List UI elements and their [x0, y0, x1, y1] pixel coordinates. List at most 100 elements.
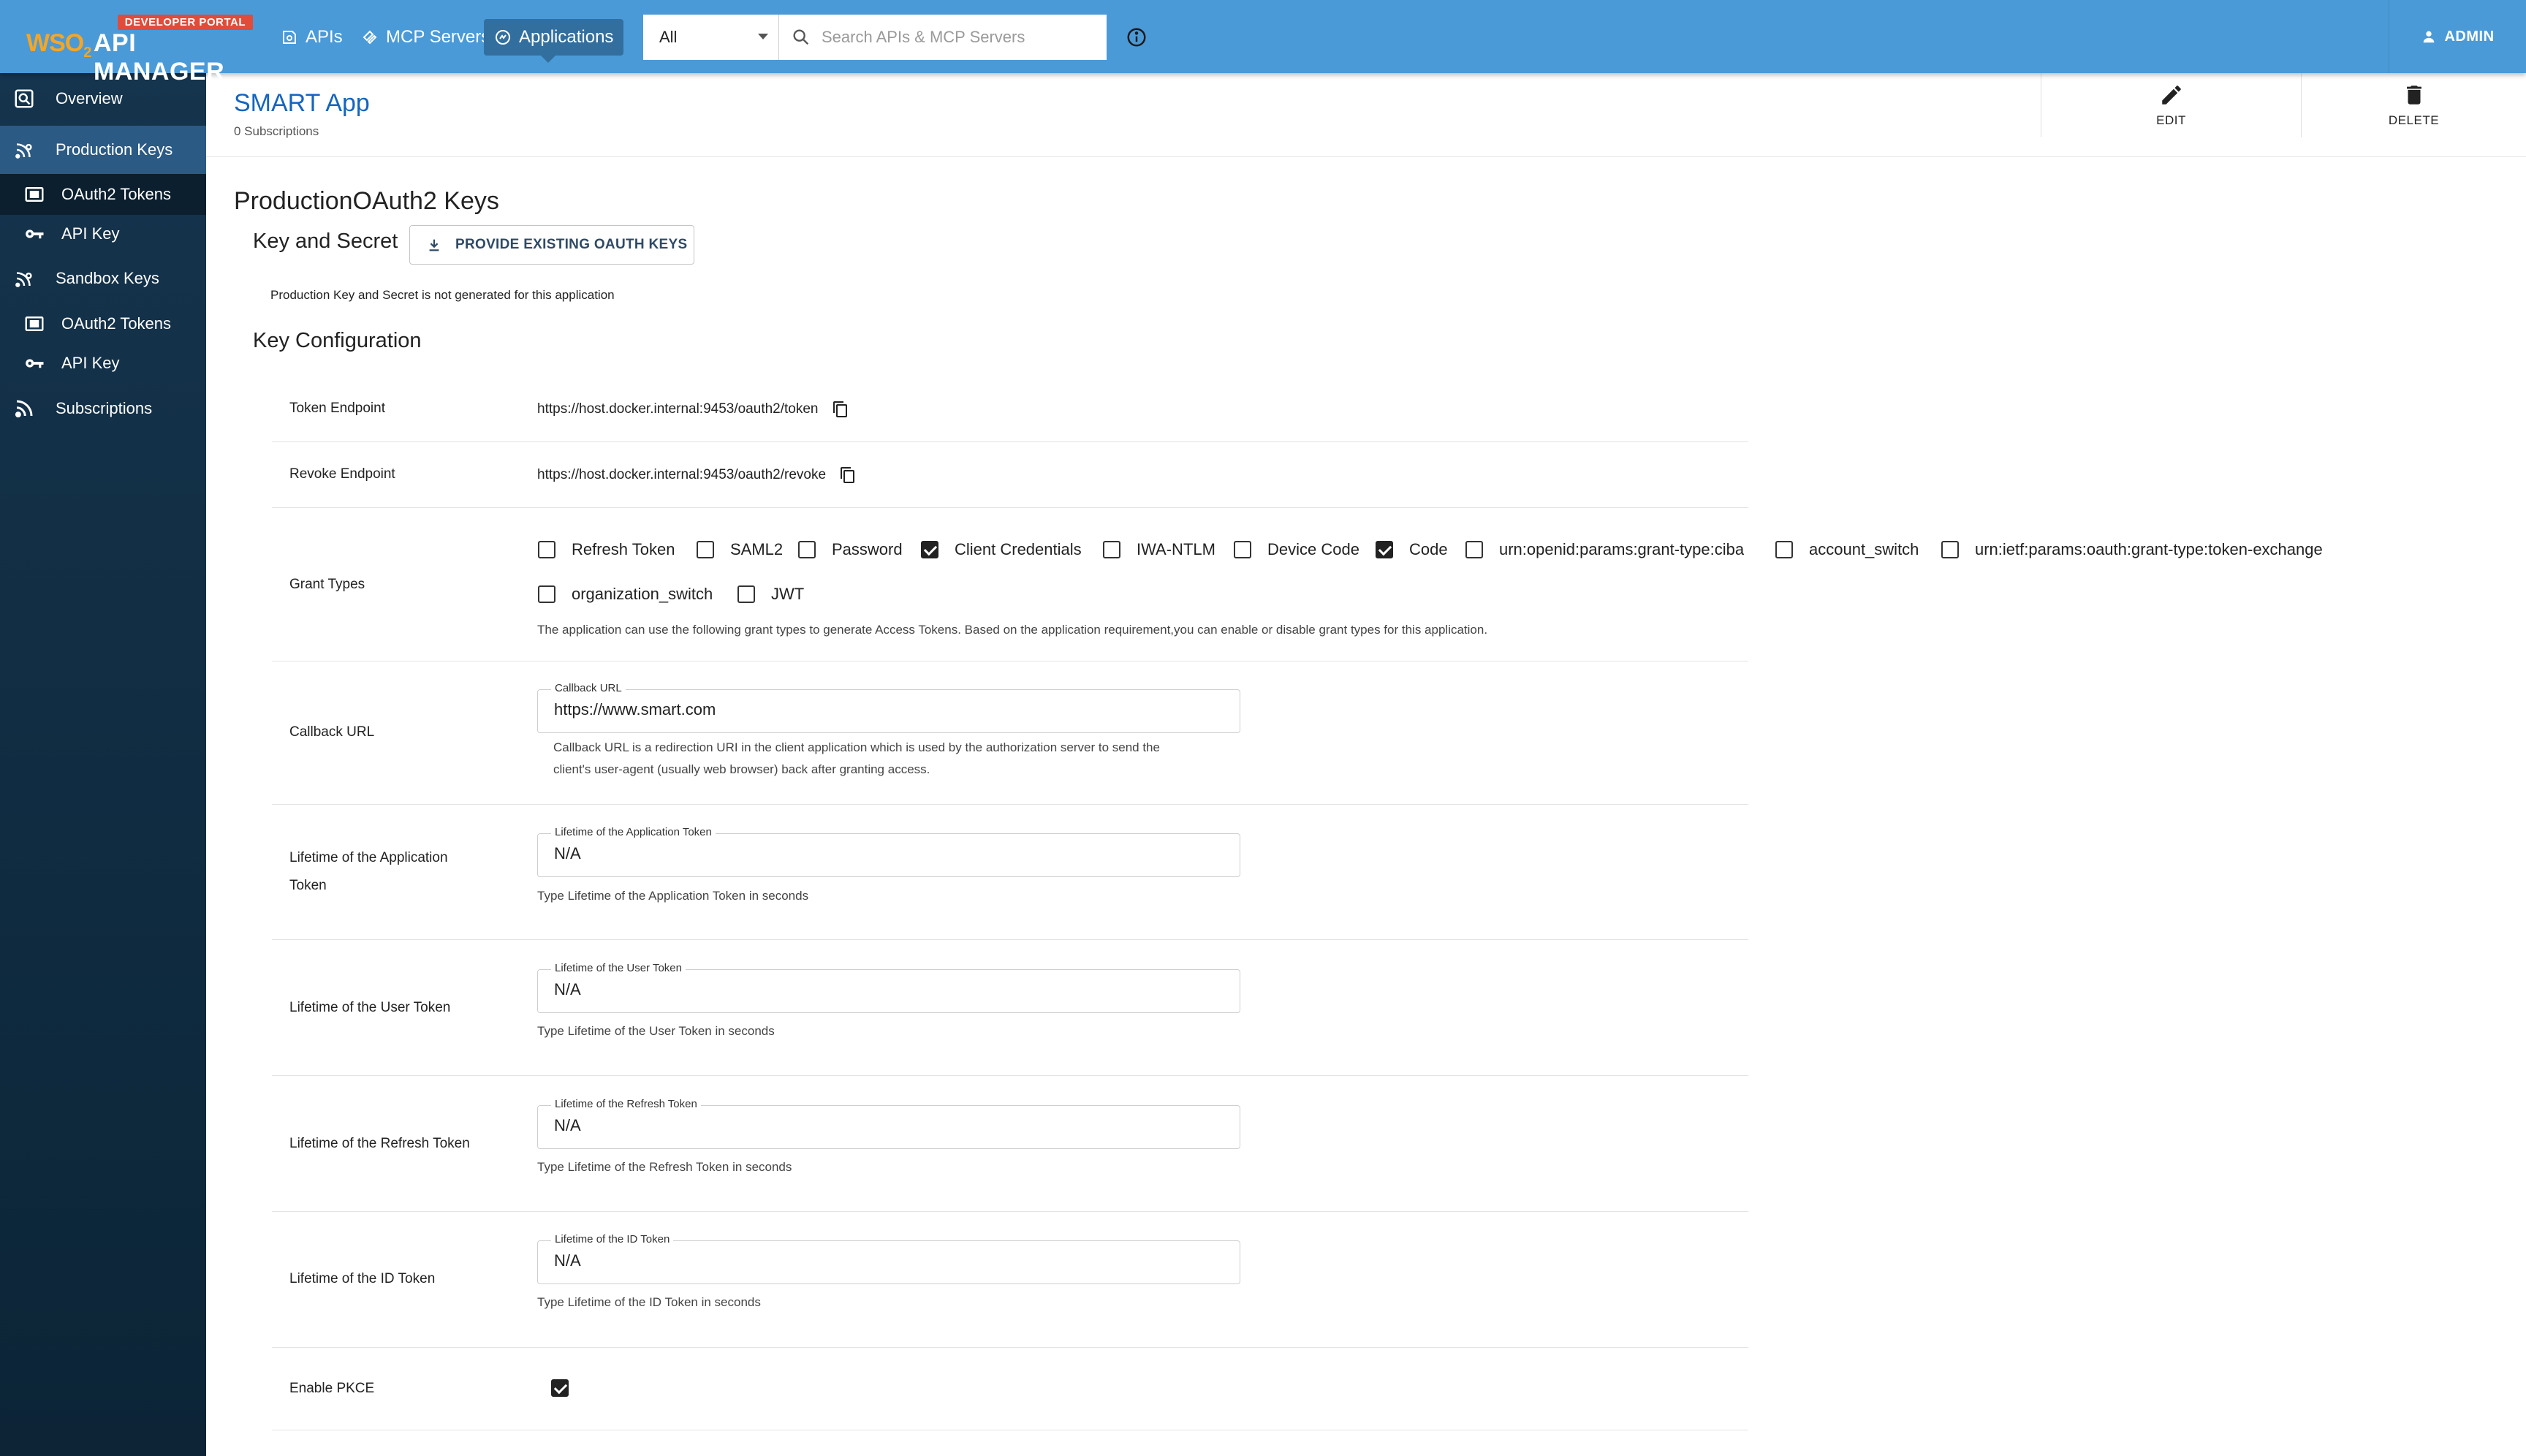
logo-brand: WSO2 — [26, 29, 91, 61]
search-input[interactable] — [822, 28, 1099, 47]
grant-label: Refresh Token — [572, 540, 675, 558]
app-token-lifetime-help: Type Lifetime of the Application Token i… — [537, 889, 809, 903]
sidebar-item-production-oauth2-tokens[interactable]: OAuth2 Tokens — [0, 174, 206, 215]
token-endpoint: https://host.docker.internal:9453/oauth2… — [537, 401, 849, 418]
logo-text: API MANAGER — [94, 29, 225, 86]
callback-url-label: Callback URL — [289, 724, 375, 740]
row-divider — [272, 939, 1748, 940]
grant-client-credentials[interactable]: Client Credentials — [921, 540, 1082, 559]
user-label: ADMIN — [2444, 28, 2495, 45]
delete-button[interactable]: DELETE — [2301, 73, 2526, 137]
user-token-lifetime-input[interactable] — [554, 980, 1212, 999]
copy-icon[interactable] — [839, 466, 857, 484]
nav-active-caret — [541, 56, 555, 63]
checkbox[interactable] — [697, 541, 714, 558]
key-icon — [26, 359, 44, 368]
sandbox-keys-icon — [15, 272, 32, 287]
app-token-lifetime-label: Lifetime of the Application Token — [289, 844, 448, 900]
info-icon[interactable] — [1126, 26, 1148, 48]
grant-types-label: Grant Types — [289, 577, 365, 592]
copy-icon[interactable] — [832, 401, 849, 418]
sidebar-item-label: OAuth2 Tokens — [61, 185, 172, 203]
sidebar-item-sandbox-api-key[interactable]: API Key — [0, 346, 206, 380]
provide-existing-keys-button[interactable]: PROVIDE EXISTING OAUTH KEYS — [409, 225, 694, 265]
provide-button-label: PROVIDE EXISTING OAUTH KEYS — [455, 237, 688, 252]
refresh-token-lifetime-input[interactable] — [554, 1116, 1212, 1135]
checkbox[interactable] — [1775, 541, 1793, 558]
nav-mcp-servers-label: MCP Servers — [386, 27, 490, 47]
grant-label: account_switch — [1809, 540, 1919, 558]
callback-url-field-label: Callback URL — [551, 682, 626, 694]
search-scope-value: All — [659, 28, 678, 46]
callback-url-input[interactable] — [554, 700, 1212, 719]
grant-ciba[interactable]: urn:openid:params:grant-type:ciba — [1465, 540, 1744, 559]
header-divider — [206, 156, 2526, 157]
sidebar-item-label: API Key — [61, 354, 120, 372]
grant-label: Password — [832, 540, 903, 558]
sidebar-item-sandbox-oauth2-tokens[interactable]: OAuth2 Tokens — [0, 307, 206, 341]
edit-label: EDIT — [2156, 113, 2186, 127]
grant-jwt[interactable]: JWT — [737, 585, 804, 604]
user-token-lifetime-label: Lifetime of the User Token — [289, 1000, 451, 1015]
overview-icon — [15, 89, 34, 108]
grant-refresh-token[interactable]: Refresh Token — [538, 540, 675, 559]
developer-portal-badge: DEVELOPER PORTAL — [117, 15, 253, 30]
checkbox[interactable] — [538, 541, 555, 558]
grant-label: urn:ietf:params:oauth:grant-type:token-e… — [1975, 540, 2323, 558]
grant-password[interactable]: Password — [798, 540, 903, 559]
checkbox[interactable] — [1103, 541, 1120, 558]
sidebar-item-production-keys[interactable]: Production Keys — [0, 126, 206, 174]
grant-account-switch[interactable]: account_switch — [1775, 540, 1919, 559]
nav-apis[interactable]: APIs — [270, 19, 353, 56]
app-token-label-line-1: Lifetime of the Application — [289, 850, 448, 865]
sidebar-item-overview[interactable]: Overview — [0, 82, 206, 115]
refresh-token-lifetime-field: Lifetime of the Refresh Token — [537, 1098, 1240, 1149]
nav-mcp-servers[interactable]: MCP Servers — [351, 19, 500, 56]
grant-code[interactable]: Code — [1376, 540, 1448, 559]
edit-button[interactable]: EDIT — [2041, 73, 2301, 137]
app-title[interactable]: SMART App — [234, 89, 370, 118]
checkbox[interactable] — [538, 585, 555, 603]
row-divider — [272, 1075, 1748, 1076]
sidebar-item-sandbox-keys[interactable]: Sandbox Keys — [0, 262, 206, 295]
search-icon — [793, 29, 809, 45]
sidebar-item-label: Overview — [56, 89, 123, 107]
sidebar-item-production-api-key[interactable]: API Key — [0, 216, 206, 251]
token-endpoint-value: https://host.docker.internal:9453/oauth2… — [537, 401, 819, 417]
checkbox[interactable] — [921, 541, 938, 558]
keys-not-generated-text: Production Key and Secret is not generat… — [270, 288, 615, 302]
sidebar-item-label: Sandbox Keys — [56, 269, 159, 287]
user-token-field-label: Lifetime of the User Token — [551, 962, 686, 974]
checkbox[interactable] — [1234, 541, 1251, 558]
grant-label: Code — [1409, 540, 1448, 558]
apis-icon — [283, 31, 296, 44]
sidebar-item-subscriptions[interactable]: Subscriptions — [0, 392, 206, 425]
user-menu[interactable]: ADMIN — [2389, 0, 2526, 73]
checkbox[interactable] — [1941, 541, 1959, 558]
key-icon — [26, 230, 44, 239]
grant-organization-switch[interactable]: organization_switch — [538, 585, 713, 604]
wso2-logo[interactable]: DEVELOPER PORTAL WSO2 API MANAGER — [26, 13, 253, 86]
checkbox[interactable] — [1465, 541, 1483, 558]
row-divider — [272, 441, 1748, 442]
search-scope-select[interactable]: All — [643, 15, 779, 60]
sidebar-item-label: Subscriptions — [56, 399, 153, 417]
pencil-icon — [2161, 86, 2181, 105]
checkbox[interactable] — [1376, 541, 1393, 558]
grant-saml2[interactable]: SAML2 — [697, 540, 783, 559]
enable-pkce-checkbox[interactable] — [551, 1379, 569, 1397]
nav-applications[interactable]: Applications — [484, 19, 624, 56]
checkbox[interactable] — [737, 585, 755, 603]
grant-device-code[interactable]: Device Code — [1234, 540, 1359, 559]
app-token-lifetime-input[interactable] — [554, 844, 1212, 863]
checkbox[interactable] — [798, 541, 816, 558]
grant-iwa-ntlm[interactable]: IWA-NTLM — [1103, 540, 1215, 559]
id-token-lifetime-input[interactable] — [554, 1251, 1212, 1270]
user-token-lifetime-help: Type Lifetime of the User Token in secon… — [537, 1024, 775, 1038]
checkbox[interactable] — [551, 1379, 569, 1397]
grant-token-exchange[interactable]: urn:ietf:params:oauth:grant-type:token-e… — [1941, 540, 2323, 559]
revoke-endpoint-value: https://host.docker.internal:9453/oauth2… — [537, 467, 827, 482]
trash-icon — [2406, 86, 2421, 105]
download-icon — [429, 239, 439, 251]
token-icon — [25, 187, 44, 202]
